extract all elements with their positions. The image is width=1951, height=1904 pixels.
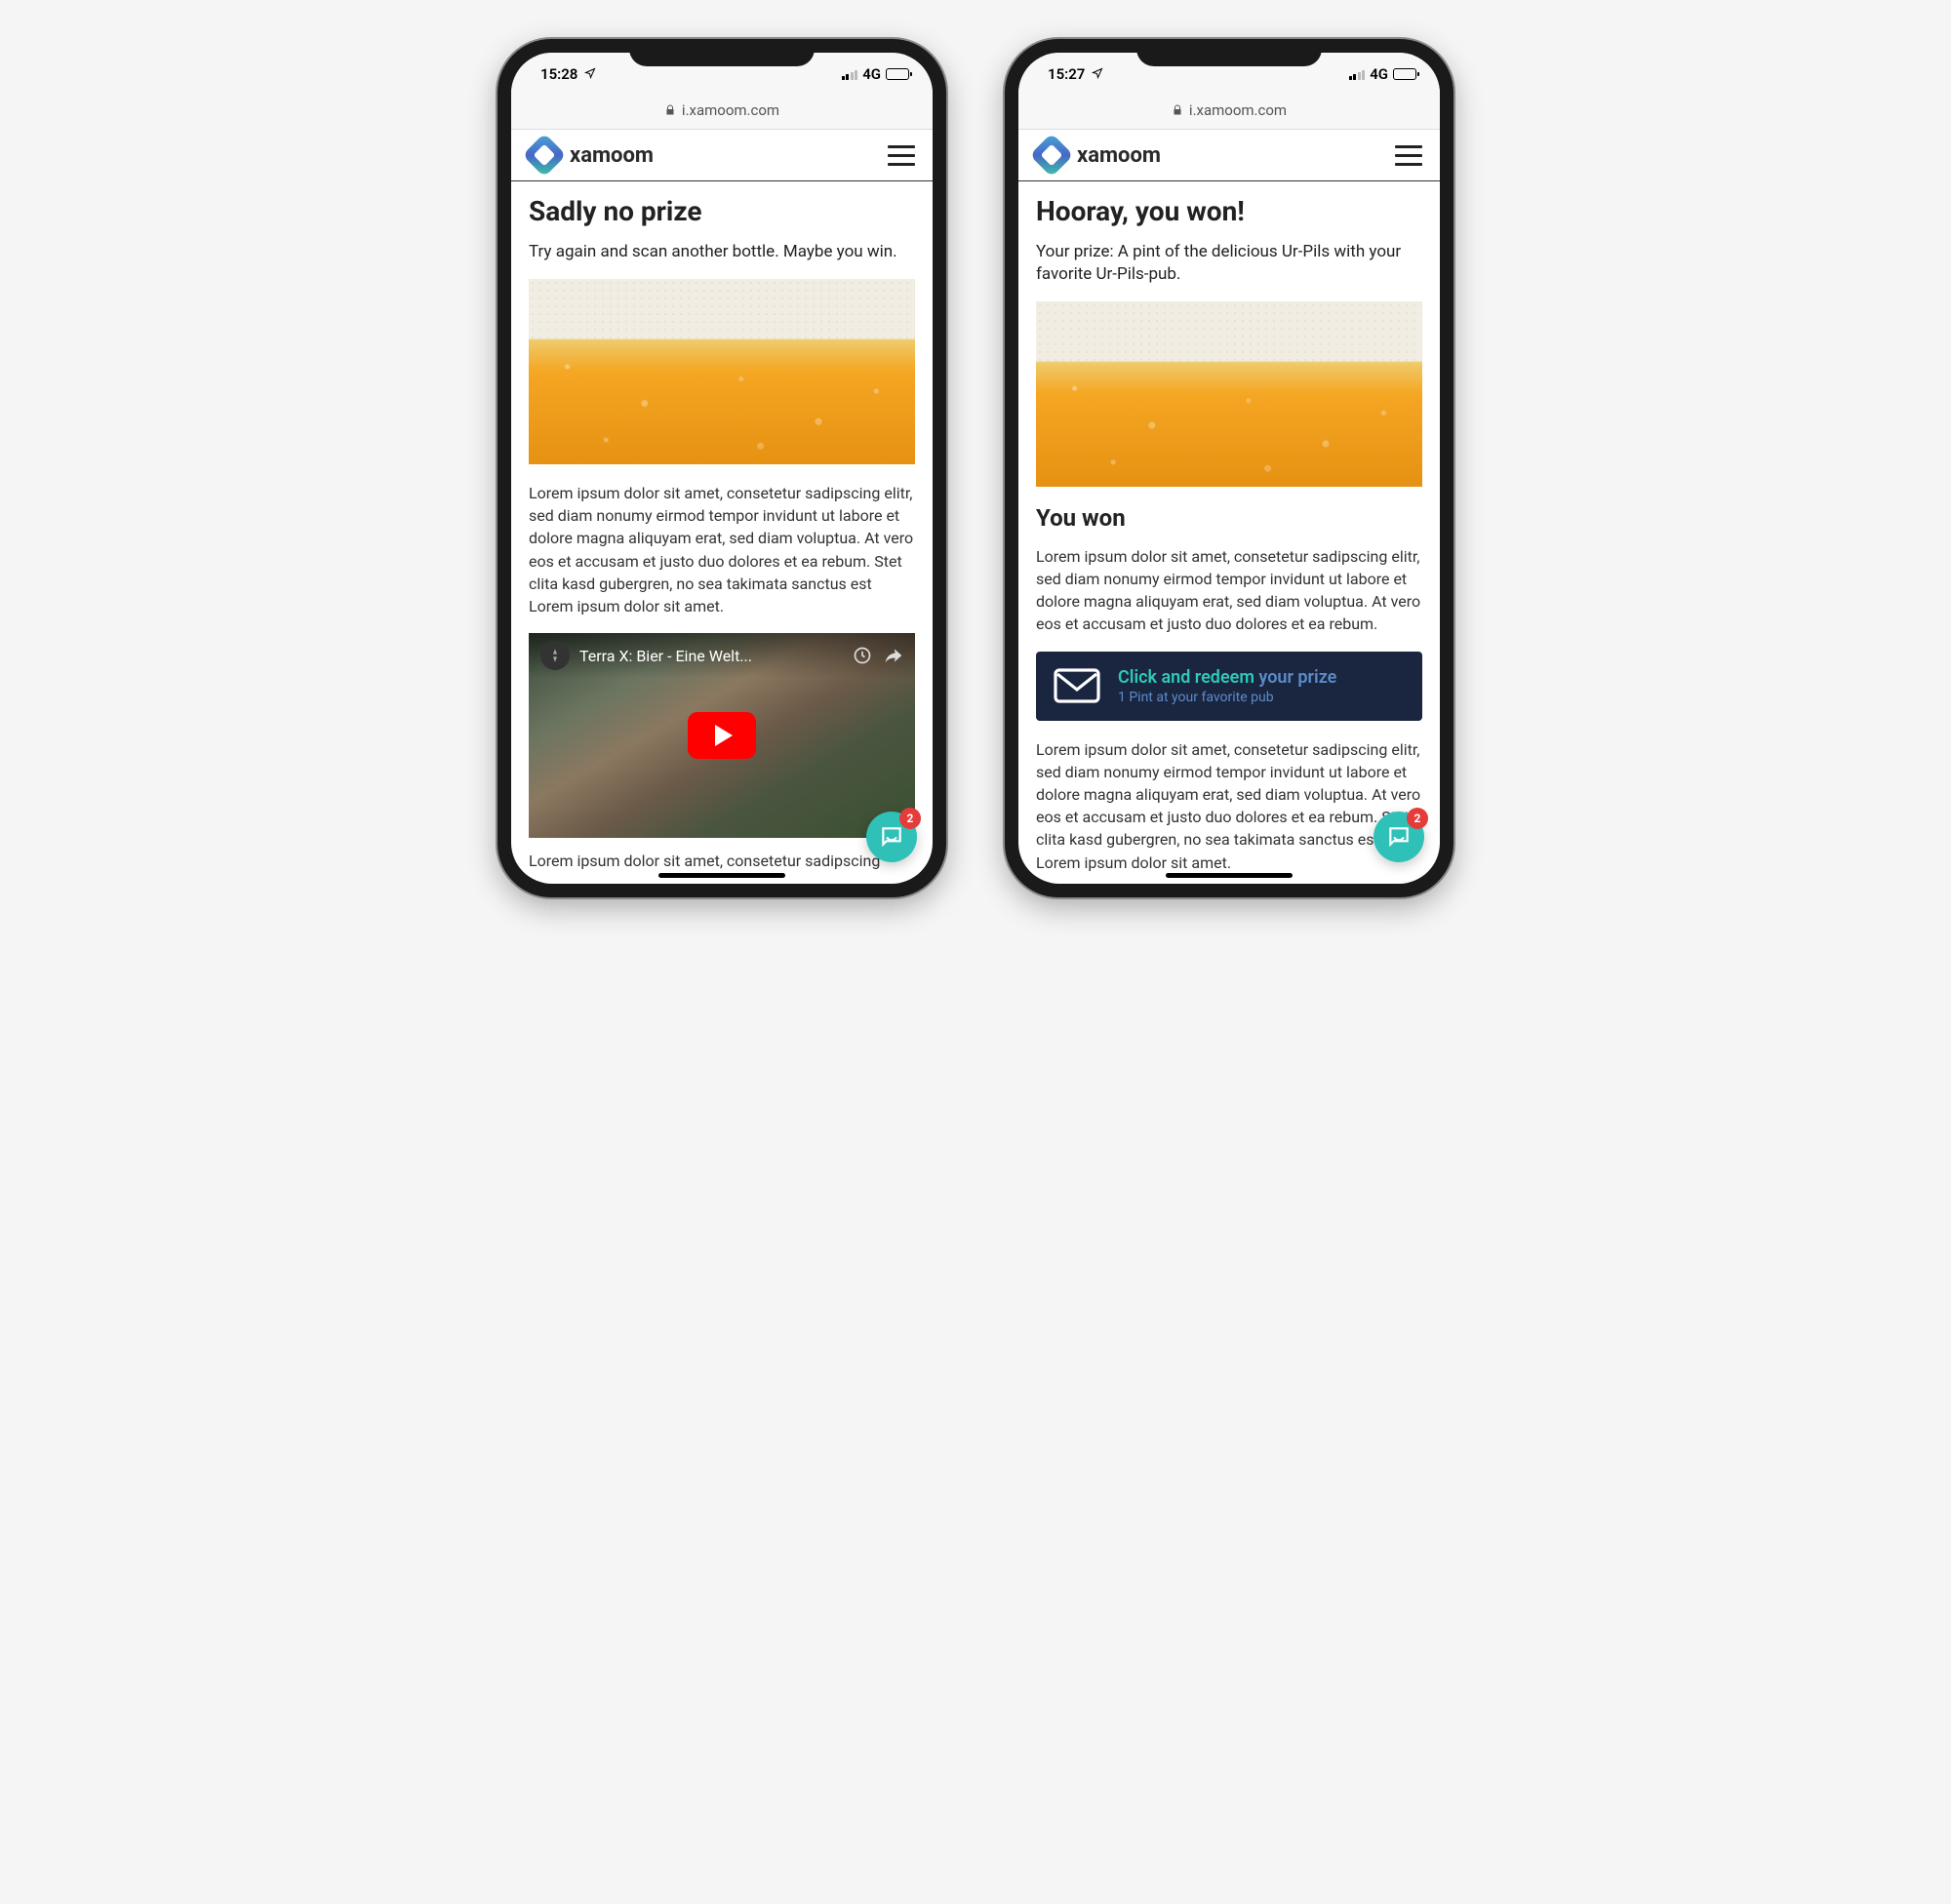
play-button[interactable]	[688, 712, 756, 759]
network-label: 4G	[862, 65, 881, 83]
signal-icon	[842, 69, 858, 80]
url-text: i.xamoom.com	[682, 101, 779, 119]
device-notch	[1136, 39, 1322, 66]
body-paragraph: Lorem ipsum dolor sit amet, consetetur s…	[529, 482, 915, 617]
menu-button[interactable]	[888, 145, 915, 166]
browser-url-bar[interactable]: i.xamoom.com	[511, 96, 933, 130]
brand[interactable]: xamoom	[529, 139, 654, 171]
screen-left: 15:28 4G i.xamoom.com xamoom Sadly no	[511, 53, 933, 884]
brand[interactable]: xamoom	[1036, 139, 1161, 171]
app-header: xamoom	[1018, 130, 1440, 181]
brand-logo-icon	[522, 133, 566, 177]
location-icon	[1092, 67, 1103, 82]
home-indicator[interactable]	[1166, 873, 1293, 878]
device-notch	[629, 39, 815, 66]
page-title: Hooray, you won!	[1036, 195, 1422, 227]
video-title: Terra X: Bier - Eine Welt...	[579, 647, 843, 665]
video-embed[interactable]: Terra X: Bier - Eine Welt...	[529, 633, 915, 838]
lock-icon	[1172, 104, 1183, 116]
app-header: xamoom	[511, 130, 933, 181]
phone-right: 15:27 4G i.xamoom.com xamoom Hooray,	[1005, 39, 1453, 897]
chat-widget-button[interactable]: 2	[866, 812, 917, 862]
network-label: 4G	[1370, 65, 1388, 83]
location-icon	[584, 67, 596, 82]
screen-right: 15:27 4G i.xamoom.com xamoom Hooray,	[1018, 53, 1440, 884]
page-content-left[interactable]: Sadly no prize Try again and scan anothe…	[511, 181, 933, 884]
status-time: 15:28	[540, 65, 577, 83]
brand-logo-icon	[1029, 133, 1073, 177]
chat-widget-button[interactable]: 2	[1374, 812, 1424, 862]
page-subtitle: Try again and scan another bottle. Maybe…	[529, 241, 915, 263]
envelope-icon	[1054, 667, 1100, 704]
watch-later-icon[interactable]	[853, 646, 872, 665]
redeem-prize-card[interactable]: Click and redeem your prize 1 Pint at yo…	[1036, 652, 1422, 721]
video-channel-avatar	[540, 641, 570, 670]
page-title: Sadly no prize	[529, 195, 915, 227]
brand-name: xamoom	[570, 143, 654, 168]
chat-badge: 2	[1407, 808, 1428, 829]
battery-icon	[886, 68, 909, 80]
home-indicator[interactable]	[658, 873, 785, 878]
signal-icon	[1349, 69, 1366, 80]
lock-icon	[664, 104, 676, 116]
url-text: i.xamoom.com	[1189, 101, 1287, 119]
phone-left: 15:28 4G i.xamoom.com xamoom Sadly no	[498, 39, 946, 897]
page-content-right[interactable]: Hooray, you won! Your prize: A pint of t…	[1018, 181, 1440, 884]
chat-badge: 2	[899, 808, 921, 829]
chat-icon	[879, 824, 904, 850]
section-title: You won	[1036, 504, 1422, 532]
share-icon[interactable]	[884, 646, 903, 665]
page-subtitle: Your prize: A pint of the delicious Ur-P…	[1036, 241, 1422, 286]
hero-image-beer	[529, 279, 915, 464]
status-time: 15:27	[1048, 65, 1085, 83]
body-paragraph-2: Lorem ipsum dolor sit amet, consetetur s…	[1036, 738, 1422, 874]
brand-name: xamoom	[1077, 143, 1161, 168]
cutoff-text: Lorem ipsum dolor sit amet, consetetur s…	[529, 850, 915, 872]
chat-icon	[1386, 824, 1412, 850]
browser-url-bar[interactable]: i.xamoom.com	[1018, 96, 1440, 130]
battery-icon	[1393, 68, 1416, 80]
body-paragraph: Lorem ipsum dolor sit amet, consetetur s…	[1036, 545, 1422, 636]
menu-button[interactable]	[1395, 145, 1422, 166]
redeem-title: Click and redeem your prize	[1118, 667, 1336, 688]
hero-image-beer	[1036, 301, 1422, 487]
redeem-subtitle: 1 Pint at your favorite pub	[1118, 690, 1336, 705]
